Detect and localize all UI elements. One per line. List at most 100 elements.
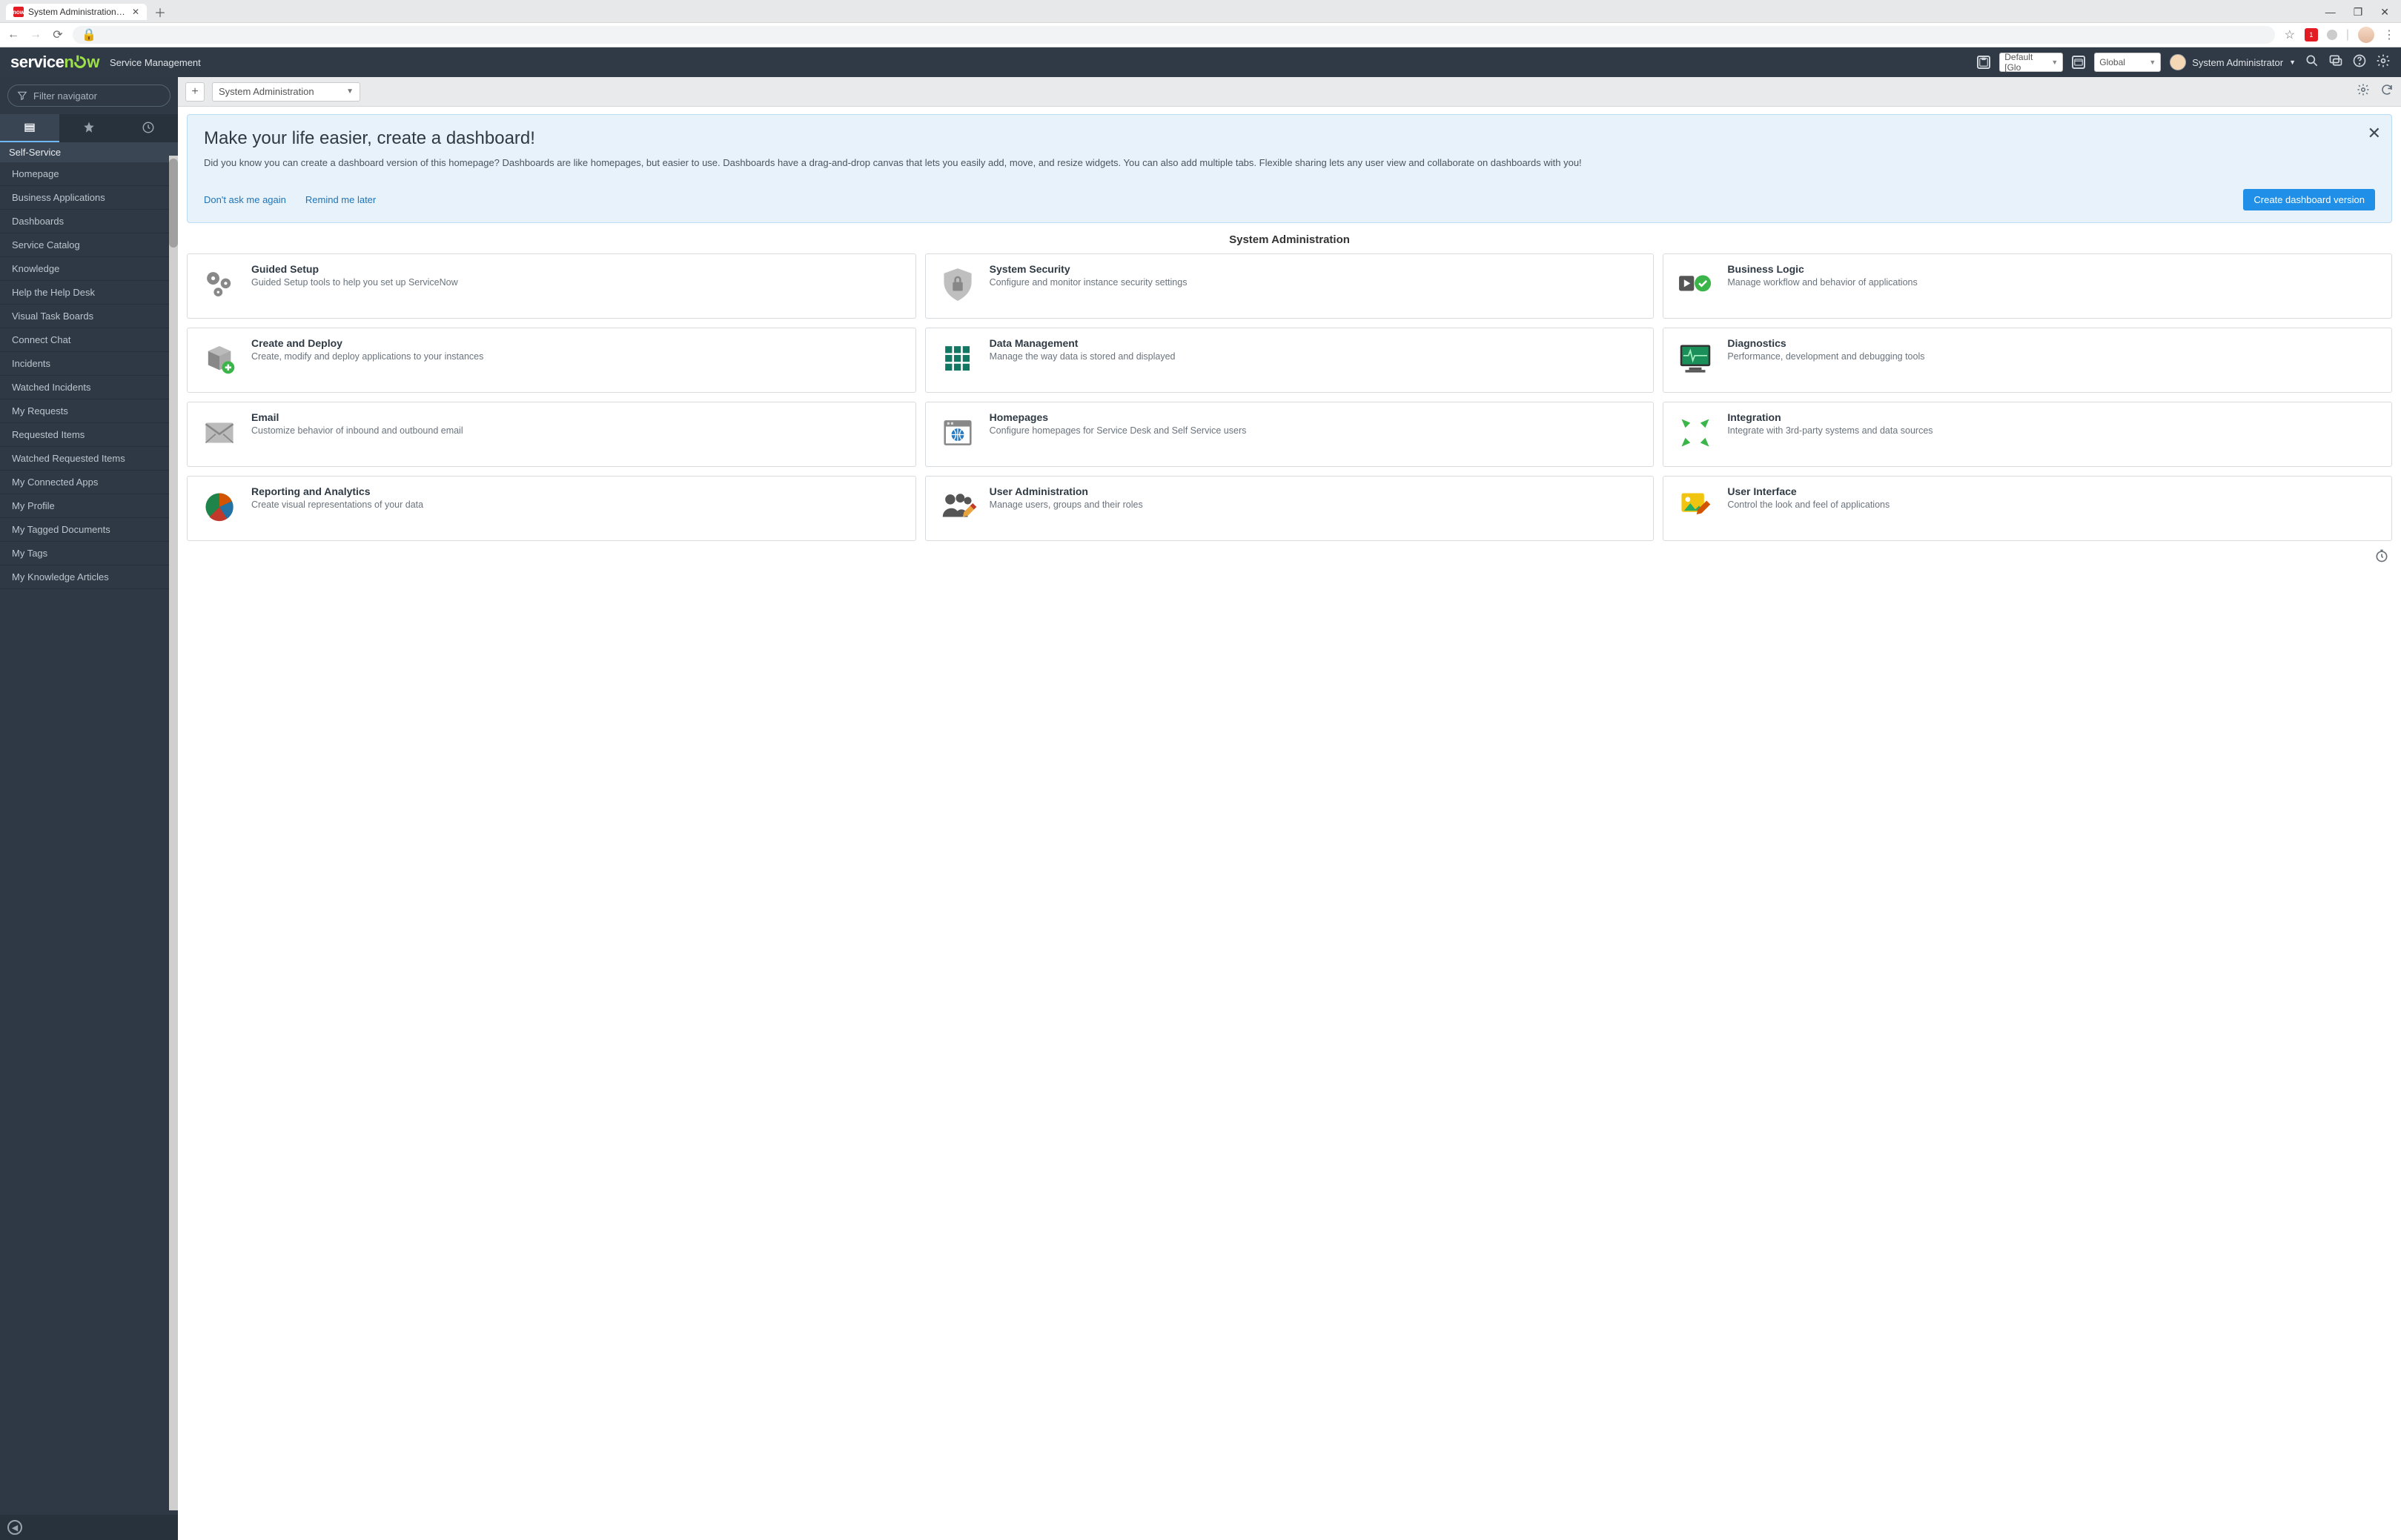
card-title: Email	[251, 411, 463, 423]
card-title: System Security	[990, 263, 1188, 275]
create-dashboard-button[interactable]: Create dashboard version	[2243, 189, 2375, 210]
filter-navigator-input[interactable]: Filter navigator	[7, 84, 170, 107]
add-content-button[interactable]: +	[185, 82, 205, 102]
sidebar-item-dashboards[interactable]: Dashboards	[0, 210, 178, 233]
sidebar-item-help-the-help-desk[interactable]: Help the Help Desk	[0, 281, 178, 305]
card-title: Data Management	[990, 337, 1176, 349]
back-icon[interactable]: ←	[6, 27, 21, 42]
user-menu[interactable]: System Administrator ▼	[2170, 54, 2296, 70]
sidebar-item-watched-incidents[interactable]: Watched Incidents	[0, 376, 178, 399]
card-data-management[interactable]: Data ManagementManage the way data is st…	[925, 328, 1655, 393]
card-icon	[198, 337, 241, 380]
gear-icon[interactable]	[2376, 53, 2391, 72]
application-scope-picker[interactable]: Global▼	[2094, 53, 2161, 72]
nav-tab-history[interactable]	[119, 114, 178, 142]
minimize-icon[interactable]: —	[2325, 6, 2336, 19]
collapse-nav-icon[interactable]: ◀	[7, 1520, 22, 1535]
card-create-and-deploy[interactable]: Create and DeployCreate, modify and depl…	[187, 328, 916, 393]
toolbar-refresh-icon[interactable]	[2380, 83, 2394, 100]
chevron-down-icon: ▼	[346, 87, 354, 96]
card-description: Customize behavior of inbound and outbou…	[251, 425, 463, 437]
extension-circle-icon[interactable]	[2327, 30, 2337, 40]
chat-icon[interactable]	[2328, 53, 2343, 72]
browser-chrome: now System Administration | ServiceN ✕ ＋…	[0, 0, 2401, 47]
page-title: System Administration	[187, 233, 2392, 246]
sidebar-item-incidents[interactable]: Incidents	[0, 352, 178, 376]
card-homepages[interactable]: HomepagesConfigure homepages for Service…	[925, 402, 1655, 467]
card-title: Reporting and Analytics	[251, 485, 423, 497]
sidebar-item-homepage[interactable]: Homepage	[0, 162, 178, 186]
app-banner: servicenw Service Management Default [Gl…	[0, 47, 2401, 77]
card-diagnostics[interactable]: Diagnostics Performance, development and …	[1663, 328, 2392, 393]
card-description: Control the look and feel of application…	[1727, 499, 1890, 511]
sidebar-item-my-tags[interactable]: My Tags	[0, 542, 178, 565]
remind-later-link[interactable]: Remind me later	[305, 194, 376, 205]
card-user-interface[interactable]: User InterfaceControl the look and feel …	[1663, 476, 2392, 541]
card-icon	[936, 263, 979, 306]
maximize-icon[interactable]: ❐	[2354, 6, 2363, 19]
star-icon[interactable]: ☆	[2282, 27, 2297, 42]
sidebar-item-my-connected-apps[interactable]: My Connected Apps	[0, 471, 178, 494]
extension-badge-icon[interactable]: 1	[2305, 28, 2318, 42]
close-window-icon[interactable]: ✕	[2380, 6, 2389, 19]
sidebar-item-watched-requested-items[interactable]: Watched Requested Items	[0, 447, 178, 471]
card-system-security[interactable]: System SecurityConfigure and monitor ins…	[925, 253, 1655, 319]
card-email[interactable]: Email Customize behavior of inbound and o…	[187, 402, 916, 467]
banner-close-icon[interactable]: ✕	[2368, 124, 2381, 143]
card-description: Integrate with 3rd-party systems and dat…	[1727, 425, 1933, 437]
lock-icon: 🔒	[82, 27, 96, 42]
sidebar-item-connect-chat[interactable]: Connect Chat	[0, 328, 178, 352]
card-integration[interactable]: Integration Integrate with 3rd-party syst…	[1663, 402, 2392, 467]
card-title: Diagnostics	[1727, 337, 1924, 349]
address-bar: ← → ⟳ 🔒 ☆ 1 | ⋮	[0, 22, 2401, 47]
nav-section-header[interactable]: Self-Service	[0, 142, 178, 162]
tab-strip: now System Administration | ServiceN ✕ ＋…	[0, 0, 2401, 22]
card-guided-setup[interactable]: Guided SetupGuided Setup tools to help y…	[187, 253, 916, 319]
refresh-timer-icon[interactable]	[187, 541, 2392, 567]
reload-icon[interactable]: ⟳	[50, 27, 65, 42]
update-set-icon[interactable]	[1977, 56, 1990, 69]
sidebar-item-my-profile[interactable]: My Profile	[0, 494, 178, 518]
profile-avatar-icon[interactable]	[2358, 27, 2374, 43]
card-icon	[936, 485, 979, 528]
content-area: ✕ Make your life easier, create a dashbo…	[178, 107, 2401, 1540]
card-reporting-and-analytics[interactable]: Reporting and Analytics Create visual rep…	[187, 476, 916, 541]
servicenow-logo[interactable]: servicenw	[10, 53, 99, 72]
card-user-administration[interactable]: User AdministrationManage users, groups …	[925, 476, 1655, 541]
tab-close-icon[interactable]: ✕	[132, 7, 139, 17]
browser-tab[interactable]: now System Administration | ServiceN ✕	[6, 4, 147, 20]
chevron-down-icon: ▼	[2289, 59, 2296, 66]
window-controls: — ❐ ✕	[2325, 6, 2395, 19]
sidebar-item-knowledge[interactable]: Knowledge	[0, 257, 178, 281]
card-title: Integration	[1727, 411, 1933, 423]
toolbar-gear-icon[interactable]	[2357, 83, 2370, 100]
card-icon	[1674, 411, 1717, 454]
kebab-menu-icon[interactable]: ⋮	[2383, 27, 2395, 42]
nav-scrollbar[interactable]	[169, 156, 178, 1510]
sidebar-item-my-requests[interactable]: My Requests	[0, 399, 178, 423]
left-navigation: Filter navigator Self-Service HomepageBu…	[0, 77, 178, 1540]
dont-ask-link[interactable]: Don't ask me again	[204, 194, 286, 205]
update-set-picker[interactable]: Default [Glo▼	[1999, 53, 2063, 72]
card-title: Homepages	[990, 411, 1247, 423]
card-description: Performance, development and debugging t…	[1727, 351, 1924, 363]
nav-tab-all[interactable]	[0, 114, 59, 142]
sidebar-item-my-knowledge-articles[interactable]: My Knowledge Articles	[0, 565, 178, 589]
new-tab-button[interactable]: ＋	[151, 3, 169, 21]
sidebar-item-requested-items[interactable]: Requested Items	[0, 423, 178, 447]
sidebar-item-service-catalog[interactable]: Service Catalog	[0, 233, 178, 257]
sidebar-item-visual-task-boards[interactable]: Visual Task Boards	[0, 305, 178, 328]
forward-icon[interactable]: →	[28, 27, 43, 42]
sidebar-item-my-tagged-documents[interactable]: My Tagged Documents	[0, 518, 178, 542]
omnibox[interactable]: 🔒	[73, 26, 2275, 44]
sidebar-item-business-applications[interactable]: Business Applications	[0, 186, 178, 210]
homepage-select[interactable]: System Administration ▼	[212, 82, 360, 102]
card-grid: Guided SetupGuided Setup tools to help y…	[187, 253, 2392, 541]
search-icon[interactable]	[2305, 53, 2319, 72]
card-business-logic[interactable]: Business LogicManage workflow and behavi…	[1663, 253, 2392, 319]
banner-title: Make your life easier, create a dashboar…	[204, 128, 2375, 149]
help-icon[interactable]	[2352, 53, 2367, 72]
application-scope-icon[interactable]	[2072, 56, 2085, 69]
nav-tab-favorites[interactable]	[59, 114, 119, 142]
card-description: Create visual representations of your da…	[251, 499, 423, 511]
